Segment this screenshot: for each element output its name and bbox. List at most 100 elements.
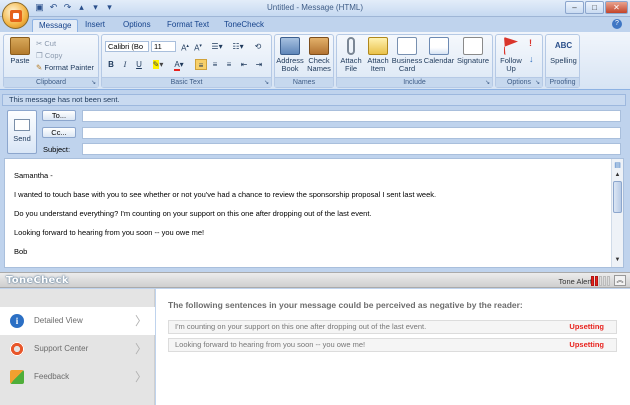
signature-button[interactable]: Signature <box>455 37 491 65</box>
send-button[interactable]: Send <box>7 110 37 154</box>
bold-icon[interactable]: B <box>105 59 117 70</box>
options-group: Follow Up ! ↓ Options ↘ <box>495 34 543 88</box>
meter-segment <box>591 276 594 286</box>
address-book-button[interactable]: Address Book <box>276 37 304 73</box>
results-heading: The following sentences in your message … <box>168 300 523 310</box>
tone-alert-meter <box>591 276 610 286</box>
attach-file-label: Attach File <box>340 56 362 73</box>
ruler-icon[interactable]: ▤ <box>612 161 623 169</box>
cut-button[interactable]: ✂ Cut <box>36 39 56 48</box>
tab-insert[interactable]: Insert <box>79 19 111 32</box>
align-right-icon[interactable]: ≡ <box>223 59 235 70</box>
paste-icon <box>10 37 30 55</box>
send-icon <box>14 119 30 131</box>
spelling-label: Spelling <box>550 56 577 65</box>
body-line: I wanted to touch base with you to see w… <box>14 190 437 199</box>
align-center-icon[interactable]: ≡ <box>209 59 221 70</box>
subject-field[interactable] <box>82 143 621 155</box>
result-row[interactable]: I'm counting on your support on this one… <box>168 320 617 334</box>
tab-options[interactable]: Options <box>117 19 157 32</box>
spelling-icon: ABC <box>554 41 573 50</box>
check-names-icon <box>309 37 329 55</box>
body-line: Do you understand everything? I'm counti… <box>14 209 372 218</box>
signature-label: Signature <box>456 56 490 65</box>
dialog-launcher-icon[interactable]: ↘ <box>91 79 96 86</box>
cc-field[interactable] <box>82 127 621 139</box>
maximize-button[interactable]: □ <box>585 1 604 14</box>
close-button[interactable]: ✕ <box>605 1 628 14</box>
format-painter-label: Format Painter <box>44 63 94 72</box>
font-size-box[interactable]: 11 <box>151 41 176 52</box>
office-button[interactable] <box>2 2 29 29</box>
tab-format-text[interactable]: Format Text <box>161 19 215 32</box>
scroll-thumb[interactable] <box>613 181 622 213</box>
minimize-button[interactable]: – <box>565 1 584 14</box>
cc-button[interactable]: Cc... <box>42 127 76 138</box>
result-row[interactable]: Looking forward to hearing from you soon… <box>168 338 617 352</box>
result-text: Looking forward to hearing from you soon… <box>175 340 366 349</box>
meter-segment <box>603 276 606 286</box>
follow-up-label: Follow Up <box>500 56 522 73</box>
info-bar: This message has not been sent. <box>2 94 626 106</box>
tonecheck-results-panel: The following sentences in your message … <box>156 289 630 405</box>
to-field[interactable] <box>82 110 621 122</box>
bullets-icon[interactable]: ☰▾ <box>208 41 226 52</box>
dialog-launcher-icon[interactable]: ↘ <box>535 79 540 86</box>
paste-label: Paste <box>10 56 30 65</box>
italic-icon[interactable]: I <box>119 59 131 70</box>
sidebar-item-label: Detailed View <box>34 316 83 325</box>
cut-label: Cut <box>44 39 57 48</box>
sidebar-item-support-center[interactable]: Support Center 〉 <box>0 335 155 363</box>
high-importance-icon[interactable]: ! <box>529 39 532 48</box>
attach-file-button[interactable]: Attach File <box>338 37 364 73</box>
tab-message[interactable]: Message <box>32 19 79 32</box>
collapse-icon[interactable]: ︽ <box>614 275 626 286</box>
meter-segment <box>599 276 602 286</box>
underline-icon[interactable]: U <box>133 59 145 70</box>
sidebar-item-feedback[interactable]: Feedback 〉 <box>0 363 155 391</box>
scroll-down-icon[interactable]: ▼ <box>612 257 623 263</box>
highlight-icon[interactable]: ✎▾ <box>149 59 167 70</box>
sidebar-item-detailed-view[interactable]: i Detailed View 〉 <box>0 307 155 335</box>
grow-font-icon[interactable]: A▴ <box>179 41 191 53</box>
clear-formatting-icon[interactable]: ⟲ <box>252 41 264 52</box>
align-left-icon[interactable]: ≡ <box>195 59 207 70</box>
check-names-button[interactable]: Check Names <box>305 37 333 73</box>
paste-button[interactable]: Paste <box>7 37 33 65</box>
follow-up-button[interactable]: Follow Up <box>497 37 525 73</box>
chevron-right-icon: 〉 <box>134 342 147 356</box>
numbering-icon[interactable]: ☷▾ <box>229 41 247 52</box>
business-card-button[interactable]: Business Card <box>391 37 423 73</box>
body-line: Bob <box>14 247 28 256</box>
attach-item-button[interactable]: Attach Item <box>365 37 391 73</box>
spelling-button[interactable]: ABC Spelling <box>547 37 580 65</box>
body-line: Looking forward to hearing from you soon… <box>14 228 205 237</box>
calendar-label: Calendar <box>423 56 455 65</box>
calendar-button[interactable]: Calendar <box>423 37 455 65</box>
ribbon-tabs: Message Insert Options Format Text ToneC… <box>0 17 630 32</box>
increase-indent-icon[interactable]: ⇥ <box>253 59 265 70</box>
paperclip-icon <box>347 37 355 55</box>
dialog-launcher-icon[interactable]: ↘ <box>264 79 269 86</box>
format-painter-button[interactable]: ✎ Format Painter <box>36 63 94 72</box>
scroll-up-icon[interactable]: ▲ <box>612 172 623 178</box>
lifebuoy-icon <box>10 342 24 356</box>
to-button[interactable]: To... <box>42 110 76 121</box>
message-body[interactable]: Samantha - I wanted to touch base with y… <box>4 158 624 268</box>
help-icon[interactable]: ? <box>612 19 622 29</box>
group-label: Names <box>275 77 333 87</box>
shrink-font-icon[interactable]: A▾ <box>192 41 204 53</box>
group-label: Include <box>337 77 492 87</box>
tab-tonecheck[interactable]: ToneCheck <box>218 19 270 32</box>
font-color-icon[interactable]: A▾ <box>170 59 188 71</box>
envelope-icon <box>368 37 388 55</box>
vertical-scrollbar[interactable]: ▤ ▲ ▼ <box>611 159 623 267</box>
signature-icon <box>463 37 483 55</box>
result-label: Upsetting <box>569 322 604 331</box>
names-group: Address Book Check Names Names <box>274 34 334 88</box>
copy-button[interactable]: ❐ Copy <box>36 51 62 60</box>
font-name-box[interactable]: Calibri (Bo <box>105 41 149 52</box>
dialog-launcher-icon[interactable]: ↘ <box>485 79 490 86</box>
decrease-indent-icon[interactable]: ⇤ <box>238 59 250 70</box>
low-importance-icon[interactable]: ↓ <box>529 55 534 64</box>
